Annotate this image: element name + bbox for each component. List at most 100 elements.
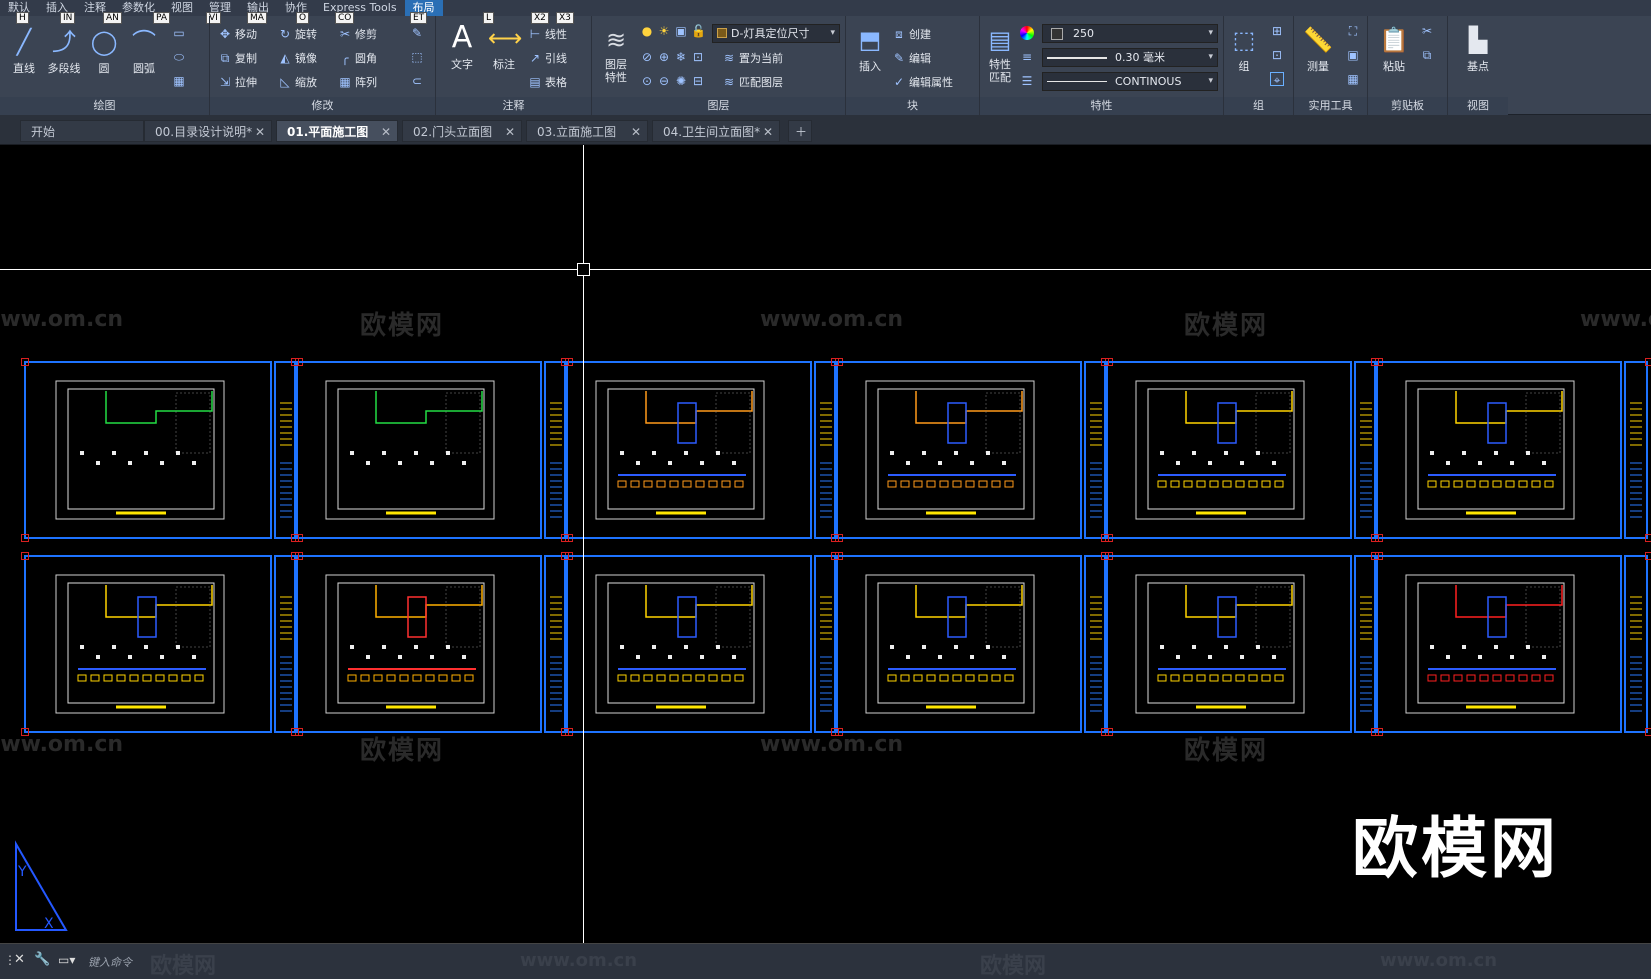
mirror-button[interactable]: ◭ 镜像 (278, 50, 317, 66)
layout-sheet[interactable] (1104, 555, 1352, 733)
doc-tab-00[interactable]: 00.目录设计说明* ✕ (144, 120, 272, 142)
match-layer-button[interactable]: ≋ 匹配图层 (722, 74, 783, 90)
arc-button[interactable]: ⌒ 圆弧 (122, 26, 166, 76)
layer-tools-row1[interactable]: ⊘ ⊕ ❄ ⊡ (640, 50, 705, 64)
close-icon[interactable]: ✕ (763, 121, 773, 143)
layout-sheet[interactable] (564, 555, 812, 733)
basepoint-button[interactable]: ▙ 基点 (1456, 24, 1500, 74)
move-button[interactable]: ✥ 移动 (218, 26, 257, 42)
panel-title-clipboard[interactable]: 剪贴板 (1368, 97, 1447, 115)
calculator-tool[interactable]: ▦ (1346, 72, 1360, 86)
ellipse-tool[interactable]: ⬭ (172, 50, 186, 64)
layout-sheet[interactable] (1104, 361, 1352, 539)
layout-sheet[interactable] (294, 361, 542, 539)
close-icon[interactable]: ✕ (381, 121, 391, 143)
doc-tab-start[interactable]: 开始 (20, 120, 144, 142)
paste-button[interactable]: 📋 粘贴 (1372, 24, 1416, 74)
panel-title-properties[interactable]: 特性 (980, 97, 1223, 115)
color-dropdown[interactable]: 250 (1042, 24, 1218, 43)
title-block-lines (1090, 402, 1102, 518)
dimension-button[interactable]: ⟷ 标注 (482, 22, 526, 72)
drawing-canvas[interactable]: 欧模网 www.om.cn 欧模网 www.om.cn www.om.cn 欧模… (0, 145, 1651, 943)
edit-block-button[interactable]: ✎ 编辑 (892, 50, 931, 66)
doc-tab-04[interactable]: 04.卫生间立面图* ✕ (652, 120, 780, 142)
text-button[interactable]: A 文字 (440, 22, 484, 72)
table-icon: ▤ (529, 75, 541, 89)
panel-title-layers[interactable]: 图层 (592, 97, 845, 115)
line-button[interactable]: ╱ 直线 (2, 26, 46, 76)
lineweight-dropdown[interactable]: 0.30 毫米 (1042, 48, 1218, 67)
edit-attributes-button[interactable]: ✓ 编辑属性 (892, 74, 953, 90)
wrench-icon[interactable]: 🔧 (34, 952, 50, 967)
trim-button[interactable]: ✂ 修剪 (338, 26, 377, 42)
doc-tab-03[interactable]: 03.立面施工图 ✕ (526, 120, 648, 142)
stretch-button[interactable]: ⇲ 拉伸 (218, 74, 257, 90)
measure-button[interactable]: 📏 测量 (1296, 24, 1340, 74)
panel-title-modify[interactable]: 修改 (210, 97, 435, 115)
match-properties-button[interactable]: ▤ 特性匹配 (982, 24, 1018, 84)
select-all-tool[interactable]: ▣ (1346, 48, 1360, 62)
table-button[interactable]: ▤ 表格 (528, 74, 567, 90)
group-edit-tool[interactable]: ⊡ (1270, 48, 1284, 62)
layout-sheet[interactable] (564, 361, 812, 539)
ellipse-icon: ⬭ (173, 50, 185, 64)
layer-tools-row2[interactable]: ⊙ ⊖ ✺ ⊟ (640, 74, 705, 88)
layout-sheet[interactable] (1374, 555, 1622, 733)
panel-title-draw[interactable]: 绘图 (0, 97, 209, 115)
layout-sheet[interactable] (834, 555, 1082, 733)
copy-clip-tool[interactable]: ⧉ (1420, 48, 1434, 62)
title-block-strip (1624, 361, 1648, 539)
linetype-icon-button[interactable]: ☰ (1020, 74, 1034, 88)
group-select-tool[interactable]: ⌖ (1270, 72, 1284, 87)
panel-title-utilities[interactable]: 实用工具 (1294, 97, 1367, 115)
erase-tool[interactable]: ✎ (410, 26, 424, 40)
offset-tool[interactable]: ⊂ (410, 74, 424, 88)
set-current-button[interactable]: ≋ 置为当前 (722, 50, 783, 66)
quick-select-tool[interactable]: ⛶ (1346, 24, 1360, 38)
panel-title-annotation[interactable]: 注释 (436, 97, 591, 115)
doc-tab-02[interactable]: 02.门头立面图 ✕ (402, 120, 522, 142)
layout-sheet[interactable] (1374, 361, 1622, 539)
layout-sheet[interactable] (294, 555, 542, 733)
layout-sheet[interactable] (24, 361, 272, 539)
current-layer-dropdown[interactable]: D-灯具定位尺寸 (712, 24, 840, 43)
linear-dim-button[interactable]: ⊢ 线性 (528, 26, 567, 42)
leader-button[interactable]: ↗ 引线 (528, 50, 567, 66)
cut-tool[interactable]: ✂ (1420, 24, 1434, 38)
insert-block-button[interactable]: ⬒ 插入 (848, 24, 892, 74)
circle-button[interactable]: ◯ 圆 (82, 26, 126, 76)
layer-state-icons[interactable]: ● ☀ ▣ 🔓 (640, 24, 706, 38)
create-block-button[interactable]: ⧈ 创建 (892, 26, 931, 42)
explode-tool[interactable]: ⬚ (410, 50, 424, 64)
lineweight-icon-button[interactable]: ≡ (1020, 50, 1034, 64)
scale-button[interactable]: ◺ 缩放 (278, 74, 317, 90)
layer-freeze-icon: ❄ (675, 50, 687, 64)
color-wheel-button[interactable] (1020, 26, 1034, 40)
linetype-dropdown[interactable]: CONTINOUS (1042, 72, 1218, 91)
close-icon[interactable]: ✕ (14, 952, 25, 967)
rectangle-tool[interactable]: ▭ (172, 26, 186, 40)
command-history-icon[interactable]: ▭▾ (58, 953, 75, 967)
copy-button[interactable]: ⧉ 复制 (218, 50, 257, 66)
hatch-tool[interactable]: ▦ (172, 74, 186, 88)
close-icon[interactable]: ✕ (631, 121, 641, 143)
panel-title-block[interactable]: 块 (846, 97, 979, 115)
doc-tab-01[interactable]: 01.平面施工图 ✕ (276, 120, 398, 142)
layout-sheet[interactable] (24, 555, 272, 733)
layer-properties-button[interactable]: ≋ 图层特性 (594, 24, 638, 84)
ungroup-tool[interactable]: ⊞ (1270, 24, 1284, 38)
fillet-button[interactable]: ╭ 圆角 (338, 50, 377, 66)
array-button[interactable]: ▦ 阵列 (338, 74, 377, 90)
tab-express-tools[interactable]: Express Tools (315, 0, 405, 16)
group-button[interactable]: ⬚ 组 (1226, 24, 1262, 74)
panel-title-groups[interactable]: 组 (1224, 97, 1293, 115)
rotate-button[interactable]: ↻ 旋转 (278, 26, 317, 42)
close-icon[interactable]: ✕ (505, 121, 515, 143)
text-icon: A (451, 20, 473, 55)
close-icon[interactable]: ✕ (255, 121, 265, 143)
panel-title-view[interactable]: 视图 (1448, 97, 1508, 115)
new-tab-button[interactable]: ＋ (788, 120, 812, 142)
command-input[interactable]: 键入命令 (88, 954, 132, 970)
polyline-button[interactable]: ⤴ 多段线 (42, 26, 86, 76)
layout-sheet[interactable] (834, 361, 1082, 539)
